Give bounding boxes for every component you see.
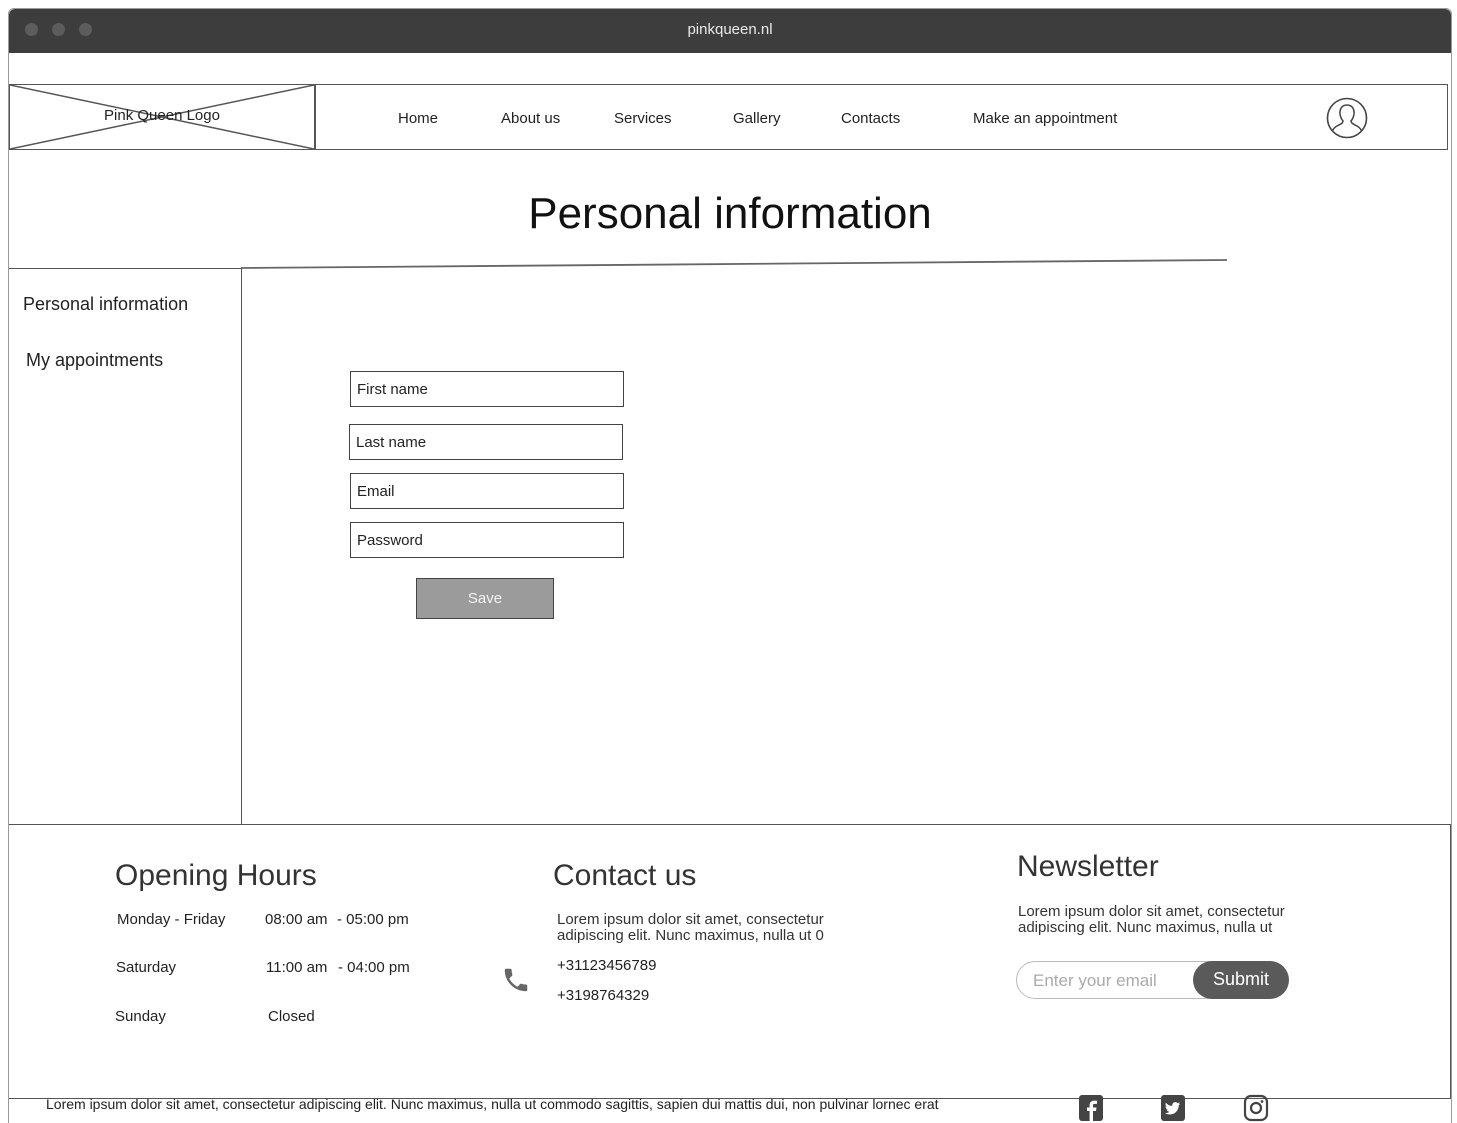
phone-number-1[interactable]: +31123456789	[557, 957, 656, 974]
save-button[interactable]: Save	[416, 578, 554, 619]
profile-sidebar: Personal information My appointments	[9, 268, 242, 825]
nav-link-home[interactable]: Home	[398, 110, 438, 127]
nav-link-contacts[interactable]: Contacts	[841, 110, 900, 127]
logo-placeholder[interactable]: Pink Queen Logo	[10, 85, 316, 149]
nav-link-make-appointment[interactable]: Make an appointment	[973, 110, 1117, 127]
contact-us-title: Contact us	[553, 859, 697, 892]
newsletter-text-line: Lorem ipsum dolor sit amet, consectetur	[1018, 903, 1285, 920]
email-field[interactable]	[350, 473, 624, 509]
browser-url: pinkqueen.nl	[687, 21, 773, 38]
facebook-icon[interactable]	[1078, 1094, 1104, 1122]
hours-close: - 04:00 pm	[338, 959, 410, 976]
newsletter-submit-button[interactable]: Submit	[1193, 960, 1289, 999]
instagram-icon[interactable]	[1243, 1094, 1269, 1122]
contact-text: Lorem ipsum dolor sit amet, consectetur …	[557, 912, 857, 944]
hours-open: 11:00 am	[266, 959, 328, 976]
user-circle-icon[interactable]	[1326, 97, 1368, 139]
logo-text: Pink Queen Logo	[104, 107, 220, 124]
nav-link-services[interactable]: Services	[614, 110, 672, 127]
hours-day: Monday - Friday	[117, 911, 226, 928]
password-field[interactable]	[350, 522, 624, 558]
footer-bottom-text: Lorem ipsum dolor sit amet, consectetur …	[46, 1096, 939, 1112]
page-title: Personal information	[528, 189, 932, 238]
hours-close: - 05:00 pm	[337, 911, 409, 928]
main-nav: Pink Queen Logo Home About us Services G…	[9, 84, 1448, 150]
footer: Opening Hours Monday - Friday 08:00 am -…	[9, 824, 1451, 1099]
twitter-icon[interactable]	[1160, 1094, 1186, 1122]
contact-text-line: Lorem ipsum dolor sit amet, consectetur	[557, 911, 824, 928]
newsletter-text-line: adipiscing elit. Nunc maximus, nulla ut	[1018, 919, 1273, 936]
sidebar-item-my-appointments[interactable]: My appointments	[26, 350, 163, 371]
contact-text-line: adipiscing elit. Nunc maximus, nulla ut …	[557, 927, 824, 944]
browser-titlebar: pinkqueen.nl	[9, 9, 1451, 53]
newsletter-email-input[interactable]	[1031, 968, 1195, 994]
newsletter-text: Lorem ipsum dolor sit amet, consectetur …	[1018, 904, 1318, 936]
hours-open: Closed	[268, 1008, 315, 1025]
first-name-field[interactable]	[350, 371, 624, 407]
browser-window: pinkqueen.nl Pink Queen Logo Home About …	[8, 8, 1452, 1123]
last-name-field[interactable]	[349, 424, 623, 460]
sidebar-item-personal-information[interactable]: Personal information	[23, 294, 188, 315]
hours-open: 08:00 am	[265, 911, 328, 928]
hours-day: Saturday	[116, 959, 177, 976]
hours-day: Sunday	[115, 1008, 166, 1025]
newsletter-title: Newsletter	[1017, 850, 1159, 883]
newsletter-form: Submit	[1016, 960, 1289, 999]
phone-icon	[504, 968, 528, 992]
opening-hours-title: Opening Hours	[115, 859, 317, 892]
nav-link-about-us[interactable]: About us	[501, 110, 560, 127]
nav-link-gallery[interactable]: Gallery	[733, 110, 781, 127]
phone-number-2[interactable]: +3198764329	[557, 987, 649, 1004]
